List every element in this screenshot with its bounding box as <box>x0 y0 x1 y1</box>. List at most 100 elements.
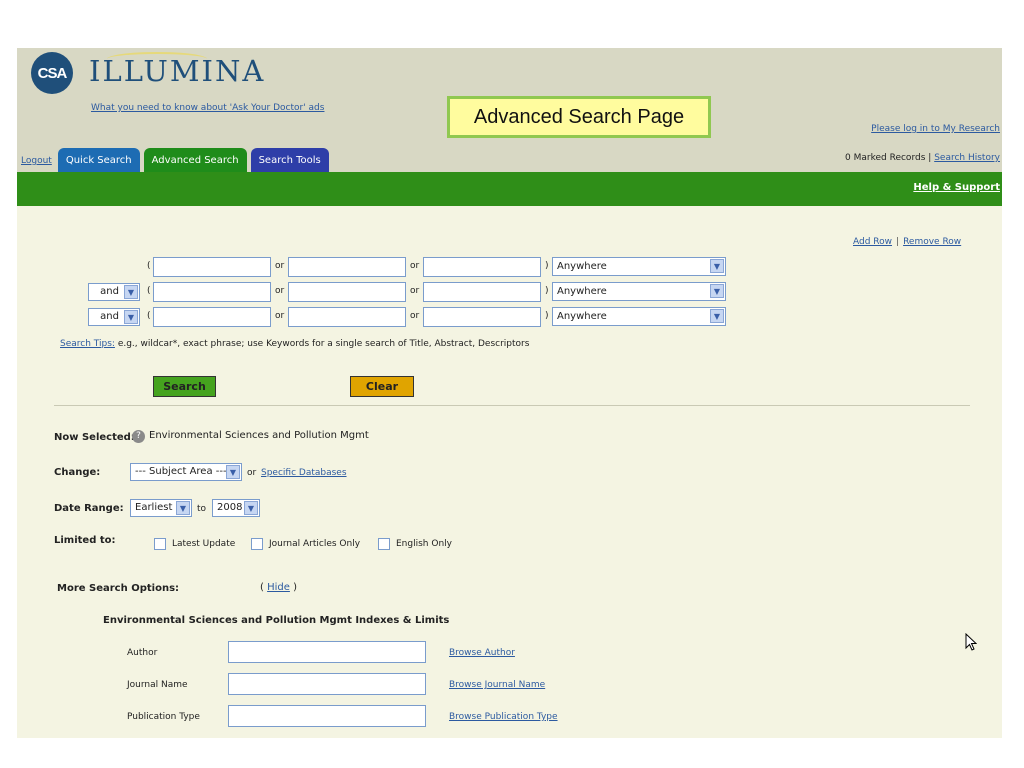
or-label: or <box>275 311 285 321</box>
term-input-3c[interactable] <box>423 307 541 327</box>
checkbox-label: Latest Update <box>172 539 236 549</box>
chevron-down-icon: ▼ <box>176 501 190 515</box>
now-selected-value: ? Environmental Sciences and Pollution Mg… <box>132 430 369 443</box>
or-label: or <box>410 261 420 271</box>
term-input-1a[interactable] <box>153 257 271 277</box>
logout-link[interactable]: Logout <box>21 156 52 172</box>
search-tips-text: e.g., wildcar*, exact phrase; use Keywor… <box>117 339 530 349</box>
add-row-link[interactable]: Add Row <box>853 237 892 247</box>
term-input-1b[interactable] <box>288 257 406 277</box>
remove-row-link[interactable]: Remove Row <box>903 237 961 247</box>
illumina-logo[interactable]: ILLUMINA <box>89 54 265 88</box>
browse-publication-type-link[interactable]: Browse Publication Type <box>449 712 558 722</box>
limited-to-label: Limited to: <box>54 535 116 546</box>
term-input-2c[interactable] <box>423 282 541 302</box>
journal-articles-checkbox[interactable]: Journal Articles Only <box>251 538 360 550</box>
date-from-value: Earliest <box>135 502 173 513</box>
hide-link[interactable]: Hide <box>267 582 290 593</box>
english-only-checkbox[interactable]: English Only <box>378 538 452 550</box>
nav-bar <box>17 172 1002 206</box>
tab-bar: Logout Quick Search Advanced Search Sear… <box>17 145 333 172</box>
or-label: or <box>410 311 420 321</box>
field-select-2[interactable]: Anywhere ▼ <box>552 282 726 301</box>
bool-select-value: and <box>100 311 119 322</box>
author-input[interactable] <box>228 641 426 663</box>
help-icon[interactable]: ? <box>132 430 145 443</box>
date-to-select[interactable]: 2008 ▼ <box>212 499 260 517</box>
journal-name-input[interactable] <box>228 673 426 695</box>
latest-update-checkbox[interactable]: Latest Update <box>154 538 235 550</box>
term-input-3b[interactable] <box>288 307 406 327</box>
open-paren: ( <box>147 261 151 271</box>
publication-type-input[interactable] <box>228 705 426 727</box>
chevron-down-icon: ▼ <box>710 259 724 273</box>
marked-records-count[interactable]: 0 Marked Records <box>845 153 925 163</box>
field-select-value: Anywhere <box>557 286 607 297</box>
bool-select-3[interactable]: and ▼ <box>88 308 140 326</box>
field-select-3[interactable]: Anywhere ▼ <box>552 307 726 326</box>
author-label: Author <box>127 648 158 658</box>
term-input-2b[interactable] <box>288 282 406 302</box>
tab-quick-search[interactable]: Quick Search <box>57 148 140 172</box>
clear-button[interactable]: Clear <box>350 376 414 397</box>
open-paren: ( <box>147 286 151 296</box>
or-label: or <box>275 261 285 271</box>
to-label: to <box>197 504 207 514</box>
search-button[interactable]: Search <box>153 376 216 397</box>
separator: | <box>928 153 932 163</box>
open-paren: ( <box>147 311 151 321</box>
paren: ) <box>293 582 297 593</box>
csa-logo-icon[interactable]: CSA <box>31 52 73 94</box>
or-label: or <box>410 286 420 296</box>
field-select-1[interactable]: Anywhere ▼ <box>552 257 726 276</box>
chevron-down-icon: ▼ <box>124 285 138 299</box>
term-input-2a[interactable] <box>153 282 271 302</box>
chevron-down-icon: ▼ <box>226 465 240 479</box>
chevron-down-icon: ▼ <box>710 309 724 323</box>
chevron-down-icon: ▼ <box>244 501 258 515</box>
bool-select-value: and <box>100 286 119 297</box>
search-history-link[interactable]: Search History <box>934 153 1000 163</box>
chevron-down-icon: ▼ <box>124 310 138 324</box>
selected-database: Environmental Sciences and Pollution Mgm… <box>149 430 369 441</box>
field-select-value: Anywhere <box>557 311 607 322</box>
browse-author-link[interactable]: Browse Author <box>449 648 515 658</box>
search-tips-link[interactable]: Search Tips: <box>60 339 115 349</box>
hide-toggle: ( Hide ) <box>260 582 297 593</box>
more-options-label: More Search Options: <box>57 583 180 594</box>
tagline-link[interactable]: What you need to know about 'Ask Your Do… <box>91 103 324 113</box>
bool-select-2[interactable]: and ▼ <box>88 283 140 301</box>
change-label: Change: <box>54 467 101 478</box>
records-history: 0 Marked Records | Search History <box>845 153 1000 163</box>
checkbox-box[interactable] <box>154 538 166 550</box>
checkbox-label: English Only <box>396 539 452 549</box>
login-link[interactable]: Please log in to My Research <box>871 124 1000 134</box>
divider <box>54 405 970 406</box>
mouse-pointer-icon <box>965 633 977 651</box>
term-input-1c[interactable] <box>423 257 541 277</box>
browse-journal-name-link[interactable]: Browse Journal Name <box>449 680 545 690</box>
checkbox-box[interactable] <box>378 538 390 550</box>
close-paren: ) <box>545 286 549 296</box>
checkbox-box[interactable] <box>251 538 263 550</box>
subject-area-value: --- Subject Area --- <box>135 466 227 477</box>
csa-illumina-page: CSA ILLUMINA What you need to know about… <box>17 48 1002 738</box>
chevron-down-icon: ▼ <box>710 284 724 298</box>
term-input-3a[interactable] <box>153 307 271 327</box>
date-from-select[interactable]: Earliest ▼ <box>130 499 192 517</box>
indexes-title: Environmental Sciences and Pollution Mgm… <box>103 615 450 626</box>
help-support-link[interactable]: Help & Support <box>913 182 1000 193</box>
paren: ( <box>260 582 264 593</box>
tab-search-tools[interactable]: Search Tools <box>250 148 329 172</box>
checkbox-label: Journal Articles Only <box>269 539 361 549</box>
field-select-value: Anywhere <box>557 261 607 272</box>
subject-area-select[interactable]: --- Subject Area --- ▼ <box>130 463 242 481</box>
row-actions: Add Row | Remove Row <box>853 237 961 247</box>
now-selected-label: Now Selected: <box>54 432 135 443</box>
specific-databases-link[interactable]: Specific Databases <box>261 468 347 478</box>
publication-type-label: Publication Type <box>127 712 200 722</box>
or-label: or <box>275 286 285 296</box>
close-paren: ) <box>545 311 549 321</box>
or-label: or <box>247 468 257 478</box>
tab-advanced-search[interactable]: Advanced Search <box>143 148 247 172</box>
